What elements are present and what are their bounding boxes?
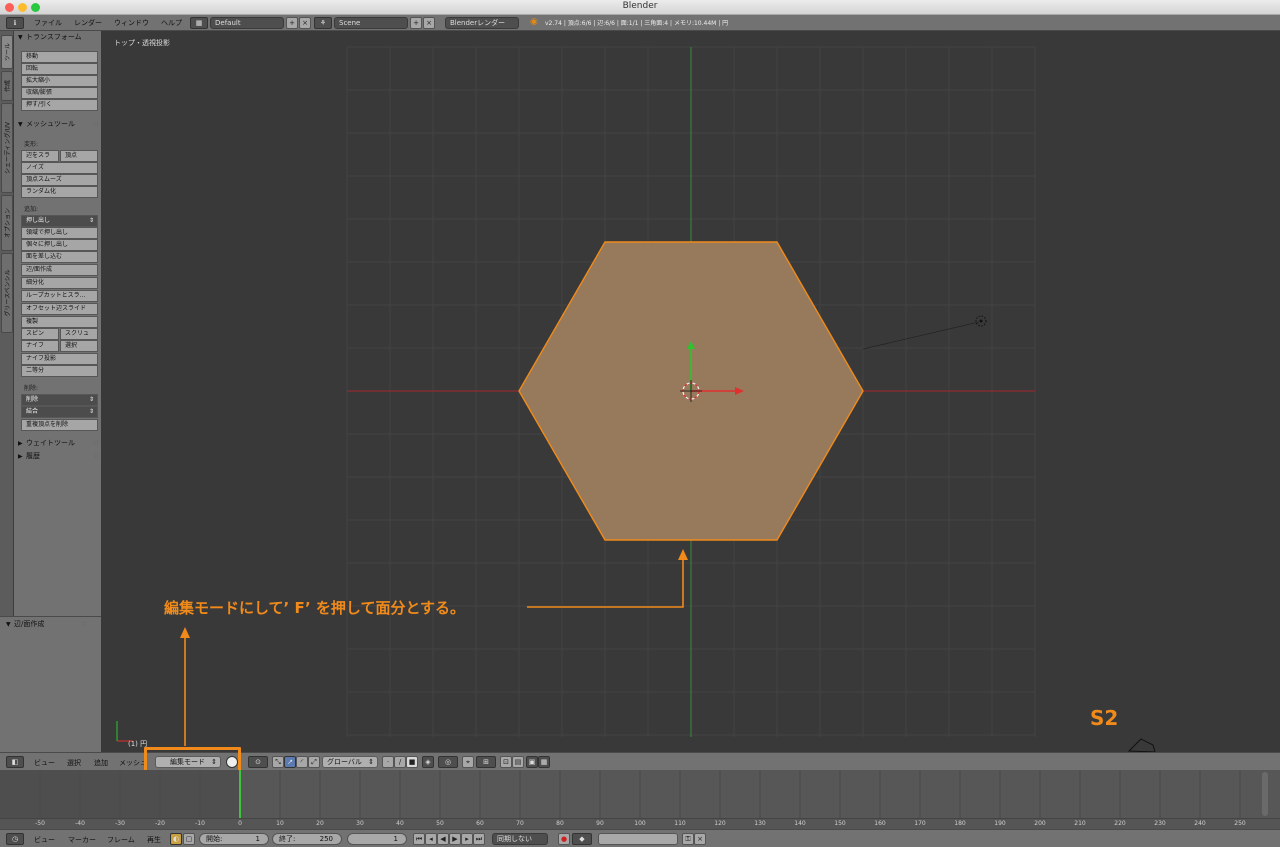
timeline-tick-label: 60 (476, 820, 484, 827)
keying-set-field[interactable] (598, 833, 678, 845)
timeline-tick-label: 80 (556, 820, 564, 827)
menu-marker[interactable]: マーカー (68, 835, 96, 845)
editor-type-3dview-icon[interactable]: ◧ (6, 756, 24, 768)
timeline-tick-label: 170 (914, 820, 926, 827)
updown-arrow-icon: ⇕ (368, 758, 374, 766)
timeline-tick-label: 150 (834, 820, 846, 827)
timeline-area[interactable]: -50 -40 -30 -20 -10 0 10 20 30 40 50 60 70 80 90 100 110… (0, 770, 1280, 829)
editor-type-timeline-icon[interactable]: ◷ (6, 833, 24, 845)
timeline-tick-label: 10 (276, 820, 284, 827)
layer-icon[interactable]: ▤ (512, 756, 524, 768)
timeline-tick-label: 0 (238, 820, 242, 827)
timeline-tick-label: -20 (155, 820, 165, 827)
manipulator-toggle-icon[interactable]: ⤡ (272, 756, 284, 768)
jump-next-key-icon[interactable]: ▸ (461, 833, 473, 845)
timeline-tick-label: 160 (874, 820, 886, 827)
snap-element-icon[interactable]: ⊞ (476, 756, 496, 768)
timeline-tick-label: 140 (794, 820, 806, 827)
timeline-ruler: -50 -40 -30 -20 -10 0 10 20 30 40 50 60 70 80 90 100 110… (0, 818, 1280, 829)
timeline-tick-label: -10 (195, 820, 205, 827)
arrowhead-icon (678, 549, 688, 560)
timeline-tick-label: -50 (35, 820, 45, 827)
play-reverse-icon[interactable]: ◀ (437, 833, 449, 845)
timeline-header: ◷ ビュー マーカー フレーム 再生 ◐ ▢ 開始: 1 終了: 250 1 ⏮ ◂… (0, 829, 1280, 847)
step-label: S2 (1090, 706, 1119, 730)
end-frame-field[interactable]: 終了: 250 (272, 833, 342, 845)
timeline-tick-label: 100 (634, 820, 646, 827)
menu-mesh[interactable]: メッシュ (119, 758, 147, 768)
annotation-arrows (180, 549, 688, 746)
occlude-geometry-icon[interactable]: ◈ (422, 756, 434, 768)
timeline-tick-label: -30 (115, 820, 125, 827)
opengl-render-icon[interactable]: ▦ (538, 756, 550, 768)
lock-icon[interactable]: ▢ (183, 833, 195, 845)
menu-view[interactable]: ビュー (34, 758, 55, 768)
timeline-tick-label: -40 (75, 820, 85, 827)
face-select-icon[interactable]: ■ (406, 756, 418, 768)
timeline-tick-label: 20 (316, 820, 324, 827)
jump-end-icon[interactable]: ⏭ (473, 833, 485, 845)
jump-start-icon[interactable]: ⏮ (413, 833, 425, 845)
timeline-tick-label: 220 (1114, 820, 1126, 827)
menu-view[interactable]: ビュー (34, 835, 55, 845)
translate-manipulator-icon[interactable]: ↗ (284, 756, 296, 768)
play-icon[interactable]: ▶ (449, 833, 461, 845)
pivot-point-icon[interactable]: ⊙ (248, 756, 268, 768)
timeline-tick-label: 90 (596, 820, 604, 827)
timeline-tick-label: 70 (516, 820, 524, 827)
delete-keyframe-icon[interactable]: × (694, 833, 706, 845)
current-frame-field[interactable]: 1 (347, 833, 407, 845)
timeline-tick-label: 190 (994, 820, 1006, 827)
timeline-tick-label: 240 (1194, 820, 1206, 827)
proportional-edit-icon[interactable]: ◎ (438, 756, 458, 768)
timeline-tick-label: 250 (1234, 820, 1246, 827)
timeline-tick-label: 200 (1034, 820, 1046, 827)
snap-target-icon[interactable]: ⊡ (500, 756, 512, 768)
timeline-tick-label: 120 (714, 820, 726, 827)
menu-select[interactable]: 選択 (67, 758, 81, 768)
record-icon[interactable]: ● (558, 833, 570, 845)
timeline-tick-label: 30 (356, 820, 364, 827)
arrowhead-icon (180, 627, 190, 638)
keying-set-icon[interactable]: ◆ (572, 833, 592, 845)
timeline-tick-label: 110 (674, 820, 686, 827)
menu-add[interactable]: 追加 (94, 758, 108, 768)
jump-prev-key-icon[interactable]: ◂ (425, 833, 437, 845)
transform-orientation-select[interactable]: グローバル ⇕ (322, 756, 378, 768)
timeline-grid (0, 770, 1268, 818)
sync-mode-select[interactable]: 同期しない (492, 833, 548, 845)
menu-frame[interactable]: フレーム (107, 835, 135, 845)
render-preview-icon[interactable]: ▣ (526, 756, 538, 768)
timeline-tick-label: 180 (954, 820, 966, 827)
timeline-tick-label: 230 (1154, 820, 1166, 827)
insert-keyframe-icon[interactable]: ⚿ (682, 833, 694, 845)
menu-playback[interactable]: 再生 (147, 835, 161, 845)
timeline-tick-label: 210 (1074, 820, 1086, 827)
timeline-tick-label: 130 (754, 820, 766, 827)
rotate-manipulator-icon[interactable]: ◜ (296, 756, 308, 768)
annotation-arrow-to-face (527, 556, 684, 608)
scale-manipulator-icon[interactable]: ⤢ (308, 756, 320, 768)
edge-select-icon[interactable]: / (394, 756, 406, 768)
timeline-tick-label: 40 (396, 820, 404, 827)
timeline-tick-label: 50 (436, 820, 444, 827)
timeline-scrollbar[interactable] (1262, 772, 1268, 816)
start-frame-field[interactable]: 開始: 1 (199, 833, 269, 845)
vertex-select-icon[interactable]: · (382, 756, 394, 768)
preview-range-icon[interactable]: ◐ (170, 833, 182, 845)
snap-toggle-icon[interactable]: ⌖ (462, 756, 474, 768)
